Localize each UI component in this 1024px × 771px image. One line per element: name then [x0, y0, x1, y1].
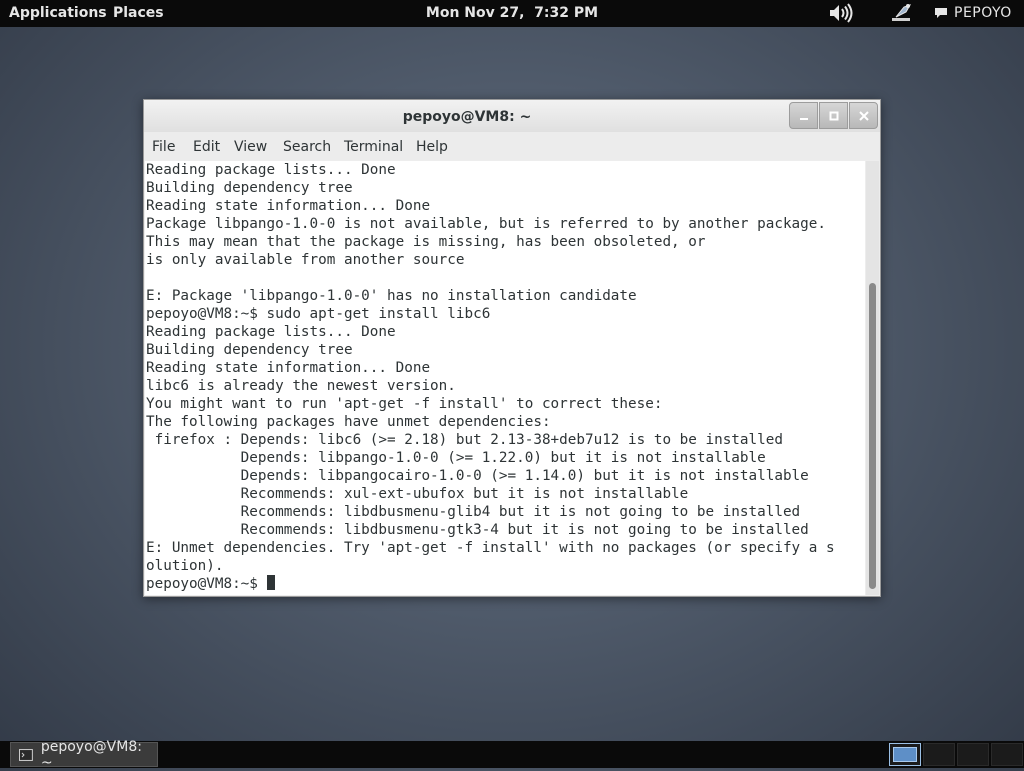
terminal-line: Reading state information... Done — [146, 360, 431, 376]
workspace-window-thumb — [893, 747, 917, 762]
terminal-line: This may mean that the package is missin… — [146, 234, 706, 250]
terminal-line: Recommends: libdbusmenu-glib4 but it is … — [146, 504, 801, 520]
workspace-3[interactable] — [957, 743, 989, 766]
terminal-line: Depends: libpango-1.0-0 (>= 1.22.0) but … — [146, 450, 766, 466]
window-title: pepoyo@VM8: ~ — [402, 109, 532, 125]
taskbar-item-terminal[interactable]: pepoyo@VM8: ~ — [10, 739, 158, 771]
terminal-line: Reading package lists... Done — [146, 162, 396, 178]
terminal-line: Building dependency tree — [146, 342, 353, 358]
maximize-icon — [829, 111, 838, 120]
terminal-line: Building dependency tree — [146, 180, 353, 196]
close-button[interactable] — [849, 102, 878, 129]
chat-icon — [935, 8, 947, 18]
terminal-output: Reading package lists... Done Building d… — [146, 161, 835, 593]
terminal-line: is only available from another source — [146, 252, 465, 268]
clock[interactable]: Mon Nov 27, 7:32 PM — [426, 5, 598, 21]
clock-container: Mon Nov 27, 7:32 PM — [0, 5, 1024, 21]
terminal-line: Reading state information... Done — [146, 198, 431, 214]
terminal-line: libc6 is already the newest version. — [146, 378, 456, 394]
volume-icon[interactable] — [828, 3, 854, 23]
menu-help[interactable]: Help — [416, 139, 448, 155]
terminal-line: Depends: libpangocairo-1.0-0 (>= 1.14.0)… — [146, 468, 809, 484]
menu-file[interactable]: File — [152, 139, 175, 155]
menu-view[interactable]: View — [234, 139, 267, 155]
close-icon — [858, 110, 869, 121]
window-titlebar[interactable]: pepoyo@VM8: ~ — [144, 100, 880, 132]
terminal-line: Reading package lists... Done — [146, 324, 396, 340]
scrollbar-thumb[interactable] — [869, 283, 876, 589]
bottom-panel: pepoyo@VM8: ~ — [0, 739, 1024, 771]
terminal-line: Recommends: xul-ext-ubufox but it is not… — [146, 486, 689, 502]
terminal-line: Package libpango-1.0-0 is not available,… — [146, 216, 826, 232]
menu-edit[interactable]: Edit — [193, 139, 220, 155]
terminal-line: You might want to run 'apt-get -f instal… — [146, 396, 663, 412]
taskbar-item-label: pepoyo@VM8: ~ — [40, 738, 142, 771]
user-menu[interactable]: PEPOYO — [934, 5, 1012, 21]
terminal-line: firefox : Depends: libc6 (>= 2.18) but 2… — [146, 432, 783, 448]
minimize-icon — [799, 117, 808, 120]
workspace-2[interactable] — [923, 743, 955, 766]
terminal-cursor — [266, 575, 275, 590]
terminal-line: E: Unmet dependencies. Try 'apt-get -f i… — [146, 540, 835, 556]
scrollbar[interactable] — [866, 161, 879, 595]
terminal-line: E: Package 'libpango-1.0-0' has no insta… — [146, 288, 637, 304]
terminal-line: The following packages have unmet depend… — [146, 414, 551, 430]
maximize-button[interactable] — [819, 102, 848, 129]
network-icon[interactable] — [890, 3, 914, 23]
menu-terminal[interactable]: Terminal — [344, 139, 403, 155]
minimize-button[interactable] — [789, 102, 818, 129]
top-panel: Applications Places Mon Nov 27, 7:32 PM … — [0, 0, 1024, 27]
terminal-line: pepoyo@VM8:~$ — [146, 576, 267, 592]
terminal-line: pepoyo@VM8:~$ sudo apt-get install libc6 — [146, 306, 491, 322]
terminal-line: olution). — [146, 558, 224, 574]
menubar: File Edit View Search Terminal Help — [144, 132, 880, 160]
user-name: PEPOYO — [954, 5, 1012, 21]
terminal-area[interactable]: Reading package lists... Done Building d… — [145, 161, 865, 595]
menu-search[interactable]: Search — [283, 139, 331, 155]
terminal-icon — [19, 748, 33, 761]
terminal-window: pepoyo@VM8: ~ File Edit View Search Term… — [143, 99, 881, 597]
terminal-line: Recommends: libdbusmenu-gtk3-4 but it is… — [146, 522, 809, 538]
workspace-1[interactable] — [889, 743, 921, 766]
workspace-4[interactable] — [991, 743, 1023, 766]
